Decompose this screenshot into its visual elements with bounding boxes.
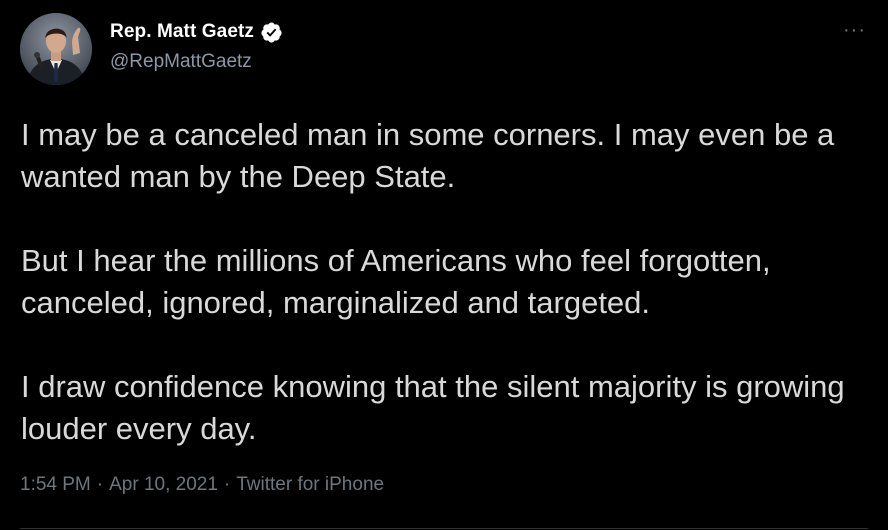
author-name-row[interactable]: Rep. Matt Gaetz — [110, 19, 283, 45]
tweet-paragraph: But I hear the millions of Americans who… — [21, 243, 771, 320]
tweet-paragraph: I may be a canceled man in some corners.… — [21, 117, 835, 194]
author-handle[interactable]: @RepMattGaetz — [110, 51, 252, 73]
more-options-icon[interactable]: ··· — [843, 20, 866, 40]
tweet-paragraph: I draw confidence knowing that the silen… — [21, 369, 845, 446]
tweet-metadata: 1:54 PM · Apr 10, 2021 · Twitter for iPh… — [20, 474, 384, 496]
tweet-source[interactable]: Twitter for iPhone — [236, 474, 384, 496]
tweet-text: I may be a canceled man in some corners.… — [21, 114, 871, 450]
divider — [20, 528, 868, 529]
verified-badge-icon — [260, 21, 283, 44]
tweet-time[interactable]: 1:54 PM — [20, 474, 91, 496]
profile-photo-icon — [20, 13, 92, 85]
avatar[interactable] — [20, 13, 92, 85]
meta-separator: · — [223, 474, 231, 495]
meta-separator: · — [96, 474, 104, 495]
tweet-card: Rep. Matt Gaetz @RepMattGaetz ··· I may … — [0, 0, 888, 530]
tweet-date[interactable]: Apr 10, 2021 — [109, 474, 218, 496]
display-name[interactable]: Rep. Matt Gaetz — [110, 21, 254, 43]
